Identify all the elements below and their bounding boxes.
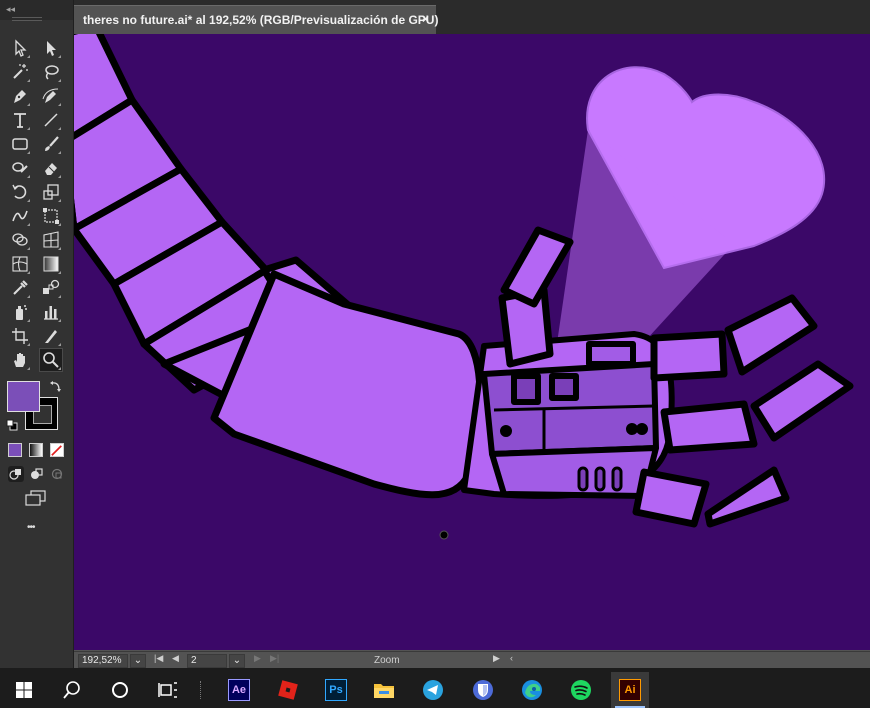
task-view-icon[interactable]: [149, 672, 187, 708]
first-artboard-icon[interactable]: |◀: [154, 653, 163, 664]
curvature-tool-icon[interactable]: [40, 85, 62, 107]
panel-grip[interactable]: [12, 17, 42, 21]
status-label: Zoom: [374, 655, 400, 666]
magic-wand-tool-icon[interactable]: [9, 61, 31, 83]
lasso-tool-icon[interactable]: [40, 61, 62, 83]
tools-panel-header: ◂◂: [0, 0, 73, 21]
screen-mode-icon[interactable]: [25, 490, 47, 506]
none-mode-icon[interactable]: [50, 443, 64, 457]
cursor-dot: [439, 530, 449, 540]
next-artboard-icon[interactable]: ▶: [254, 653, 261, 664]
slice-tool-icon[interactable]: [40, 325, 62, 347]
paintbrush-tool-icon[interactable]: [40, 133, 62, 155]
scroll-left-icon[interactable]: ‹: [510, 653, 513, 663]
shaper-tool-icon[interactable]: [9, 157, 31, 179]
windows-taskbar: Ae Ps Ai: [0, 668, 870, 708]
windows-start-icon[interactable]: [5, 672, 43, 708]
file-explorer-icon[interactable]: [365, 672, 403, 708]
artboard-canvas[interactable]: [74, 34, 870, 650]
blend-tool-icon[interactable]: [40, 277, 62, 299]
bitwarden-icon[interactable]: [464, 672, 502, 708]
type-tool-icon[interactable]: [9, 109, 31, 131]
zoom-tool-icon[interactable]: [39, 348, 63, 372]
close-tab-icon[interactable]: ×: [422, 12, 429, 26]
draw-normal-icon[interactable]: [8, 466, 24, 482]
artboard-number-field[interactable]: 2: [187, 654, 227, 668]
last-artboard-icon[interactable]: ▶|: [270, 653, 279, 664]
shape-builder-tool-icon[interactable]: [9, 229, 31, 251]
collapse-panel-icon[interactable]: ◂◂: [6, 4, 15, 14]
color-mode-icon[interactable]: [8, 443, 22, 457]
direct-selection-tool-icon[interactable]: [40, 37, 62, 59]
search-icon[interactable]: [53, 672, 91, 708]
zoom-dropdown-chevron-icon[interactable]: ⌄: [130, 654, 146, 668]
previous-artboard-icon[interactable]: ◀: [172, 653, 179, 664]
artwork: [74, 34, 854, 540]
tools-panel: ◂◂ •••: [0, 0, 74, 668]
cortana-icon[interactable]: [101, 672, 139, 708]
document-tab-bar: theres no future.ai* al 192,52% (RGB/Pre…: [74, 0, 870, 34]
taskbar-separator: [200, 681, 203, 699]
roblox-icon[interactable]: [269, 672, 307, 708]
eyedropper-tool-icon[interactable]: [9, 277, 31, 299]
document-tab[interactable]: theres no future.ai* al 192,52% (RGB/Pre…: [74, 5, 439, 34]
default-colors-icon[interactable]: [6, 418, 18, 431]
hand-tool-icon[interactable]: [9, 349, 31, 371]
pen-tool-icon[interactable]: [9, 85, 31, 107]
photoshop-icon[interactable]: Ps: [317, 672, 355, 708]
document-tab-title: theres no future.ai* al 192,52% (RGB/Pre…: [83, 13, 439, 27]
swap-fill-stroke-icon[interactable]: [49, 379, 63, 393]
after-effects-icon[interactable]: Ae: [220, 672, 258, 708]
eraser-tool-icon[interactable]: [40, 157, 62, 179]
line-segment-tool-icon[interactable]: [40, 109, 62, 131]
gradient-tool-icon[interactable]: [40, 253, 62, 275]
draw-behind-icon[interactable]: [29, 466, 45, 482]
selection-tool-icon[interactable]: [9, 37, 31, 59]
column-graph-tool-icon[interactable]: [40, 301, 62, 323]
gradient-mode-icon[interactable]: [29, 443, 43, 457]
rectangle-tool-icon[interactable]: [9, 133, 31, 155]
symbol-sprayer-tool-icon[interactable]: [9, 301, 31, 323]
perspective-grid-tool-icon[interactable]: [40, 229, 62, 251]
mesh-tool-icon[interactable]: [9, 253, 31, 275]
fill-color-swatch[interactable]: [7, 381, 40, 412]
artboard-dropdown-chevron-icon[interactable]: ⌄: [229, 654, 245, 668]
width-tool-icon[interactable]: [9, 205, 31, 227]
zoom-level-field[interactable]: 192,52%: [78, 654, 128, 668]
status-bar: 192,52% ⌄ |◀ ◀ 2 ⌄ ▶ ▶| Zoom ▶ ‹: [74, 651, 870, 669]
spotify-icon[interactable]: [562, 672, 600, 708]
edit-toolbar-more-icon[interactable]: •••: [27, 522, 35, 533]
free-transform-tool-icon[interactable]: [40, 205, 62, 227]
status-menu-icon[interactable]: ▶: [493, 653, 500, 664]
illustrator-icon[interactable]: Ai: [611, 672, 649, 708]
telegram-icon[interactable]: [414, 672, 452, 708]
edge-icon[interactable]: [513, 672, 551, 708]
draw-inside-icon[interactable]: [50, 466, 66, 482]
artboard-tool-icon[interactable]: [9, 325, 31, 347]
scale-tool-icon[interactable]: [40, 181, 62, 203]
rotate-tool-icon[interactable]: [9, 181, 31, 203]
